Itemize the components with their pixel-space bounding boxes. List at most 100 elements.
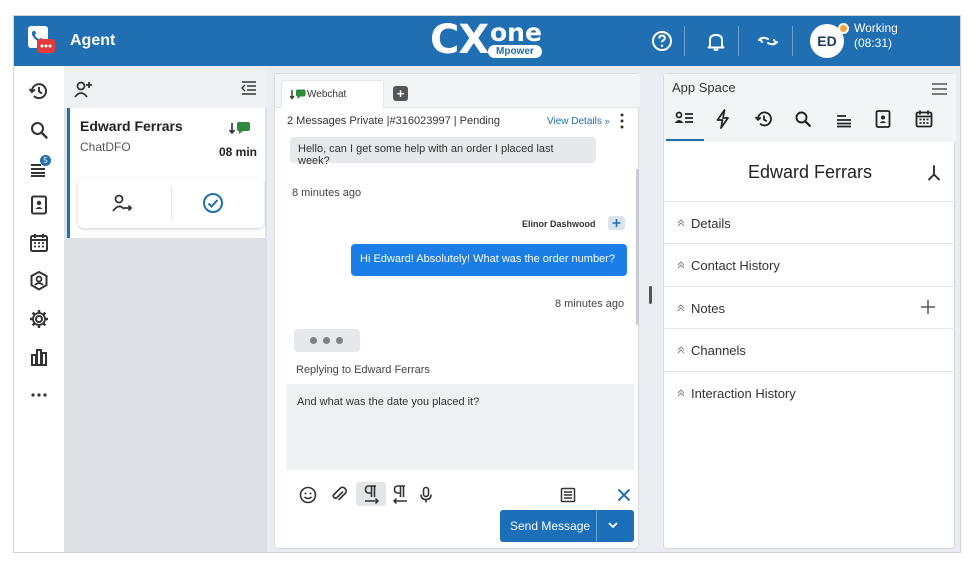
app-space-panel: App Space Edward Ferrars Details Contact… [663, 73, 956, 549]
view-details-link[interactable]: View Details » [547, 116, 610, 127]
reports-icon[interactable] [28, 346, 50, 368]
section-label: Notes [691, 301, 725, 316]
section-channels[interactable]: Channels [664, 328, 956, 370]
transfer-icon[interactable] [111, 192, 133, 214]
actions-divider [171, 186, 172, 220]
tab-webchat[interactable]: Webchat [281, 80, 384, 108]
discard-close-icon[interactable] [615, 486, 633, 504]
send-label: Send Message [510, 519, 591, 533]
double-chevron-up-icon [676, 346, 686, 354]
paragraph-ltr-icon[interactable] [356, 482, 386, 506]
calendar-icon[interactable] [28, 232, 50, 254]
attachment-icon[interactable] [330, 486, 348, 504]
paragraph-rtl-icon[interactable] [391, 482, 411, 506]
panel-resize-handle[interactable] [649, 286, 652, 304]
collapse-panel-icon[interactable] [240, 79, 258, 95]
contact-name: Edward Ferrars [80, 118, 183, 134]
contact-actions [78, 178, 264, 228]
history-icon[interactable] [28, 80, 50, 102]
view-details-label: View Details [547, 116, 602, 127]
logo-cx: CX [430, 17, 489, 63]
double-chevron-up-icon [676, 261, 686, 269]
contact-card[interactable]: Edward Ferrars ChatDFO 08 min [67, 108, 265, 238]
section-label: Details [691, 216, 731, 231]
agent-window: Agent CX one Mpower ED Working (08:31) 5… [13, 15, 961, 553]
add-note-icon[interactable] [920, 299, 936, 315]
app-label: Agent [70, 32, 116, 49]
left-nav: 5 [14, 66, 64, 552]
agent-status[interactable]: Working (08:31) [854, 21, 898, 51]
search-icon[interactable] [793, 109, 813, 129]
status-indicator [838, 23, 849, 34]
contacts-book-icon[interactable] [873, 109, 893, 129]
queue-icon[interactable] [834, 109, 854, 129]
message-timestamp: 8 minutes ago [292, 187, 362, 199]
section-interaction-history[interactable]: Interaction History [664, 371, 956, 413]
more-icon[interactable] [28, 384, 50, 406]
replying-to-label: Replying to Edward Ferrars [296, 364, 430, 376]
add-tab-button[interactable]: + [393, 86, 408, 101]
bell-icon[interactable] [704, 29, 728, 53]
section-label: Interaction History [691, 386, 796, 401]
microphone-icon[interactable] [417, 486, 435, 504]
message-sender: Elinor Dashwood [522, 219, 596, 229]
user-badge-icon[interactable] [28, 270, 50, 292]
chat-tabs: Webchat + [275, 74, 640, 108]
double-chevron-down-icon: » [604, 116, 610, 126]
logo-mpower: Mpower [488, 45, 542, 58]
contacts-book-icon[interactable] [28, 194, 50, 216]
topbar-divider [792, 26, 793, 56]
double-chevron-up-icon [676, 389, 686, 397]
agent-tag-icon [608, 216, 625, 230]
section-label: Channels [691, 343, 746, 358]
lightning-icon[interactable] [713, 109, 733, 129]
incoming-message: Hello, can I get some help with an order… [290, 137, 596, 167]
emoji-icon[interactable] [299, 486, 317, 504]
chat-more-icon[interactable] [620, 113, 624, 129]
hamburger-menu-icon[interactable] [932, 83, 947, 95]
templates-icon[interactable] [559, 486, 577, 504]
cxone-logo: CX one Mpower [430, 17, 548, 63]
top-bar: Agent CX one Mpower ED Working (08:31) [14, 16, 960, 66]
chat-inbound-icon [290, 89, 306, 101]
double-chevron-up-icon [676, 304, 686, 312]
topbar-divider [684, 26, 685, 56]
typing-indicator [294, 329, 360, 352]
section-contact-history[interactable]: Contact History [664, 243, 956, 285]
search-icon[interactable] [28, 119, 50, 141]
contacts-header [64, 66, 267, 108]
settings-icon[interactable] [28, 308, 50, 330]
double-chevron-up-icon [676, 219, 686, 227]
queue-badge: 5 [40, 155, 51, 166]
add-contact-icon[interactable] [73, 79, 95, 99]
complete-check-icon[interactable] [202, 192, 224, 214]
section-notes[interactable]: Notes [664, 286, 956, 328]
chat-inbound-icon [229, 121, 251, 137]
send-divider [596, 510, 597, 542]
conversation-info: 2 Messages Private |#316023997 | Pending [287, 115, 501, 127]
chevron-down-icon[interactable] [607, 519, 619, 531]
customer-name: Edward Ferrars [747, 162, 873, 182]
contacts-panel: Edward Ferrars ChatDFO 08 min [64, 66, 267, 552]
section-details[interactable]: Details [664, 201, 956, 243]
topbar-divider [738, 26, 739, 56]
logo-one: one [490, 18, 542, 47]
outgoing-message: Hi Edward! Absolutely! What was the orde… [351, 244, 627, 276]
contact-skill: ChatDFO [80, 140, 131, 154]
message-timestamp: 8 minutes ago [555, 298, 625, 310]
disconnected-phone-icon[interactable] [756, 29, 780, 53]
contact-elapsed-time: 08 min [218, 145, 257, 159]
customer-card-icon[interactable] [674, 109, 694, 129]
reply-input[interactable]: And what was the date you placed it? [287, 384, 634, 470]
calendar-icon[interactable] [914, 109, 934, 129]
pin-icon[interactable] [926, 165, 942, 181]
chat-scrollbar[interactable] [636, 169, 639, 325]
status-timer: (08:31) [854, 36, 893, 50]
app-space-title: App Space [672, 80, 736, 95]
app-space-header: App Space [664, 74, 956, 142]
history-icon[interactable] [754, 109, 774, 129]
agent-app-icon[interactable] [27, 25, 57, 57]
send-message-button[interactable]: Send Message [500, 510, 634, 542]
section-label: Contact History [691, 258, 780, 273]
help-icon[interactable] [650, 29, 674, 53]
